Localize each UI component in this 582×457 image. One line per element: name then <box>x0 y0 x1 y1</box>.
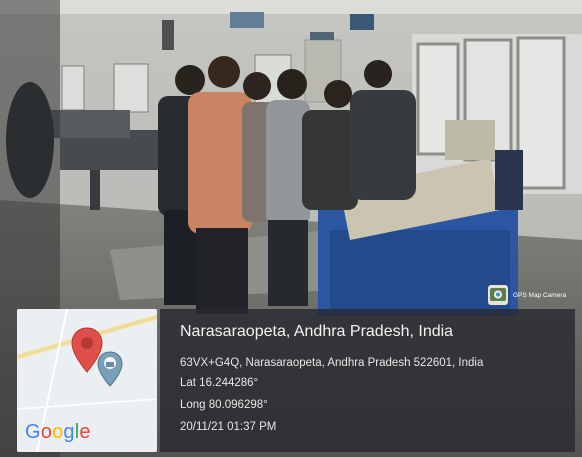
google-logo-letter: o <box>52 421 64 443</box>
timestamp: 20/11/21 01:37 PM <box>180 421 277 433</box>
gps-map-camera-badge: GPS Map Camera <box>488 284 566 306</box>
longitude: Long 80.096298° <box>180 399 268 411</box>
photo-frame: GPS Map Camera Google Narasaraopeta, And… <box>0 0 582 457</box>
location-info-panel: Narasaraopeta, Andhra Pradesh, India 63V… <box>160 309 575 452</box>
app-badge-label: GPS Map Camera <box>513 291 567 299</box>
google-logo-letter: G <box>25 421 41 443</box>
location-marker-icon <box>97 351 123 387</box>
google-logo: Google <box>25 421 91 444</box>
latitude: Lat 16.244286° <box>180 377 259 389</box>
google-logo-letter: o <box>40 421 53 443</box>
location-address: 63VX+G4Q, Narasaraopeta, Andhra Pradesh … <box>180 357 484 369</box>
google-logo-letter: g <box>63 421 75 443</box>
location-title: Narasaraopeta, Andhra Pradesh, India <box>180 323 454 340</box>
google-logo-letter: e <box>79 421 91 443</box>
map-thumbnail: Google <box>17 309 157 452</box>
camera-map-icon <box>488 285 508 305</box>
